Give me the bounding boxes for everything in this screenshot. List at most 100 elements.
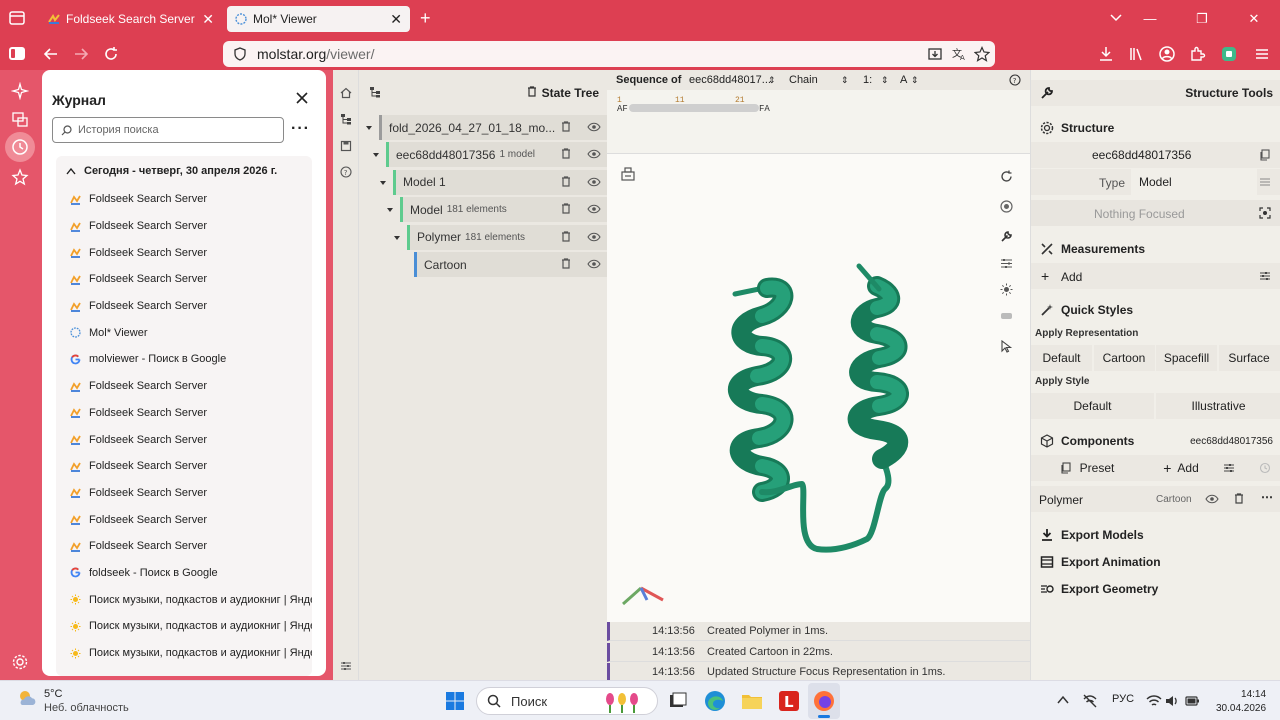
style-illustrative-button[interactable]: Illustrative	[1156, 393, 1280, 419]
history-item[interactable]: molviewer - Поиск в Google	[56, 346, 312, 373]
trash-icon[interactable]	[1234, 493, 1244, 504]
red-l-app-icon[interactable]: L	[777, 689, 801, 713]
preset-button[interactable]: Preset	[1031, 455, 1143, 481]
clock[interactable]: 14:14 30.04.2026	[1216, 688, 1266, 716]
eye-icon[interactable]	[587, 204, 601, 214]
sequence-index-select[interactable]: 1:	[863, 74, 872, 86]
representation-surface-button[interactable]: Surface	[1218, 345, 1280, 371]
chevron-up-icon[interactable]	[1057, 695, 1069, 705]
history-item[interactable]: Foldseek Search Server	[56, 239, 312, 266]
firefox-taskbar-button[interactable]	[808, 683, 840, 719]
sliders-icon[interactable]	[1259, 176, 1271, 188]
history-item[interactable]: Foldseek Search Server	[56, 426, 312, 453]
network-off-icon[interactable]	[1082, 693, 1098, 709]
structure-type-select[interactable]: Model	[1131, 169, 1257, 195]
representation-spacefill-button[interactable]: Spacefill	[1156, 345, 1217, 371]
address-bar[interactable]: molstar.org/viewer/ 文A	[223, 41, 995, 67]
wifi-icon[interactable]	[1146, 693, 1162, 709]
state-tree-node[interactable]: Model 1	[393, 169, 607, 195]
trash-icon[interactable]	[527, 86, 537, 97]
caret-down-icon[interactable]	[393, 234, 401, 242]
eye-icon[interactable]	[1205, 494, 1219, 504]
star-icon[interactable]	[974, 46, 990, 62]
history-item[interactable]: Foldseek Search Server	[56, 373, 312, 400]
sequence-mode-select[interactable]: Chain	[789, 74, 818, 86]
state-tree-icon[interactable]	[340, 113, 352, 125]
language-indicator[interactable]: РУС	[1112, 693, 1134, 705]
settings-gear-icon[interactable]	[11, 653, 29, 671]
sidebar-toggle-icon[interactable]	[8, 45, 26, 63]
measurements-section-header[interactable]: Measurements	[1031, 236, 1280, 262]
account-icon[interactable]	[1158, 45, 1176, 63]
sliders-icon[interactable]	[1259, 270, 1271, 282]
trash-icon[interactable]	[561, 258, 571, 269]
library-icon[interactable]	[1128, 45, 1146, 63]
history-button[interactable]	[5, 132, 35, 162]
trash-icon[interactable]	[561, 203, 571, 214]
3d-viewport[interactable]	[607, 154, 1030, 622]
weather-widget[interactable]: 5°C Неб. облачность	[16, 687, 129, 715]
downloads-icon[interactable]	[1097, 45, 1115, 63]
history-item[interactable]: Foldseek Search Server	[56, 480, 312, 507]
copy-icon[interactable]	[1259, 149, 1271, 161]
caret-down-icon[interactable]	[365, 124, 373, 132]
close-icon[interactable]	[294, 90, 310, 106]
history-item[interactable]: Mol* Viewer	[56, 319, 312, 346]
more-options-button[interactable]: ···	[291, 120, 310, 138]
state-tree-node[interactable]: Polymer 181 elements	[407, 224, 607, 250]
focus-target-icon[interactable]	[1259, 207, 1271, 219]
components-section-header[interactable]: Components eec68dd48017356	[1031, 428, 1280, 454]
extensions-icon[interactable]	[1188, 45, 1206, 63]
export-geometry-button[interactable]: Export Geometry	[1031, 576, 1280, 602]
add-component-button[interactable]: + Add	[1143, 455, 1219, 481]
reset-camera-button[interactable]	[992, 163, 1020, 189]
caret-down-icon[interactable]	[372, 151, 380, 159]
taskbar-search[interactable]: Поиск	[476, 687, 658, 715]
history-item[interactable]: Поиск музыки, подкастов и аудиокниг | Ян…	[56, 640, 312, 667]
history-item[interactable]: Foldseek Search Server	[56, 293, 312, 320]
bookmarks-star-icon[interactable]	[11, 168, 29, 186]
history-search-input[interactable]: История поиска	[52, 117, 284, 143]
trash-icon[interactable]	[561, 148, 571, 159]
home-icon[interactable]	[340, 87, 352, 99]
window-close-button[interactable]: ✕	[1228, 11, 1280, 27]
settings-button[interactable]	[992, 250, 1020, 276]
history-item[interactable]: Foldseek Search Server	[56, 506, 312, 533]
save-icon[interactable]	[340, 140, 352, 152]
sequence-end[interactable]: FA	[759, 104, 770, 114]
trash-icon[interactable]	[561, 230, 571, 242]
close-icon[interactable]: ✕	[202, 11, 214, 27]
selection-mode-button[interactable]	[992, 333, 1020, 359]
windows-start-icon[interactable]	[443, 689, 467, 713]
style-default-button[interactable]: Default	[1031, 393, 1154, 419]
trash-icon[interactable]	[561, 176, 571, 187]
caret-down-icon[interactable]	[386, 206, 394, 214]
shield-icon[interactable]	[233, 47, 247, 61]
edge-icon[interactable]	[703, 689, 727, 713]
ai-sparkle-icon[interactable]	[11, 82, 29, 100]
trash-icon[interactable]	[561, 121, 571, 132]
eye-icon[interactable]	[587, 177, 601, 187]
back-icon[interactable]	[42, 45, 60, 63]
measurements-add-row[interactable]: + Add	[1031, 263, 1280, 289]
spin-button[interactable]	[992, 193, 1020, 219]
download-page-icon[interactable]	[927, 46, 943, 62]
protein-cartoon[interactable]	[707, 244, 937, 554]
history-item[interactable]: Foldseek Search Server	[56, 186, 312, 213]
tab-foldseek[interactable]: Foldseek Search Server ✕	[40, 6, 222, 32]
volume-icon[interactable]	[1164, 693, 1180, 709]
reload-icon[interactable]	[102, 45, 120, 63]
state-tree-node[interactable]: fold_2026_04_27_01_18_mo...	[379, 115, 607, 140]
tab-list-icon[interactable]	[8, 10, 26, 26]
history-item[interactable]: foldseek - Поиск в Google	[56, 560, 312, 587]
sequence-chain-select[interactable]: A	[900, 74, 907, 86]
export-models-button[interactable]: Export Models	[1031, 522, 1280, 548]
tree-icon[interactable]	[369, 86, 381, 98]
vr-button[interactable]	[992, 302, 1020, 328]
tab-molstar[interactable]: Mol* Viewer ✕	[227, 6, 410, 32]
minimize-button[interactable]: —	[1124, 11, 1176, 26]
eye-icon[interactable]	[587, 149, 601, 159]
sliders-icon[interactable]	[1223, 462, 1235, 474]
more-icon[interactable]: ⋯	[1261, 490, 1273, 504]
representation-cartoon-button[interactable]: Cartoon	[1093, 345, 1155, 371]
